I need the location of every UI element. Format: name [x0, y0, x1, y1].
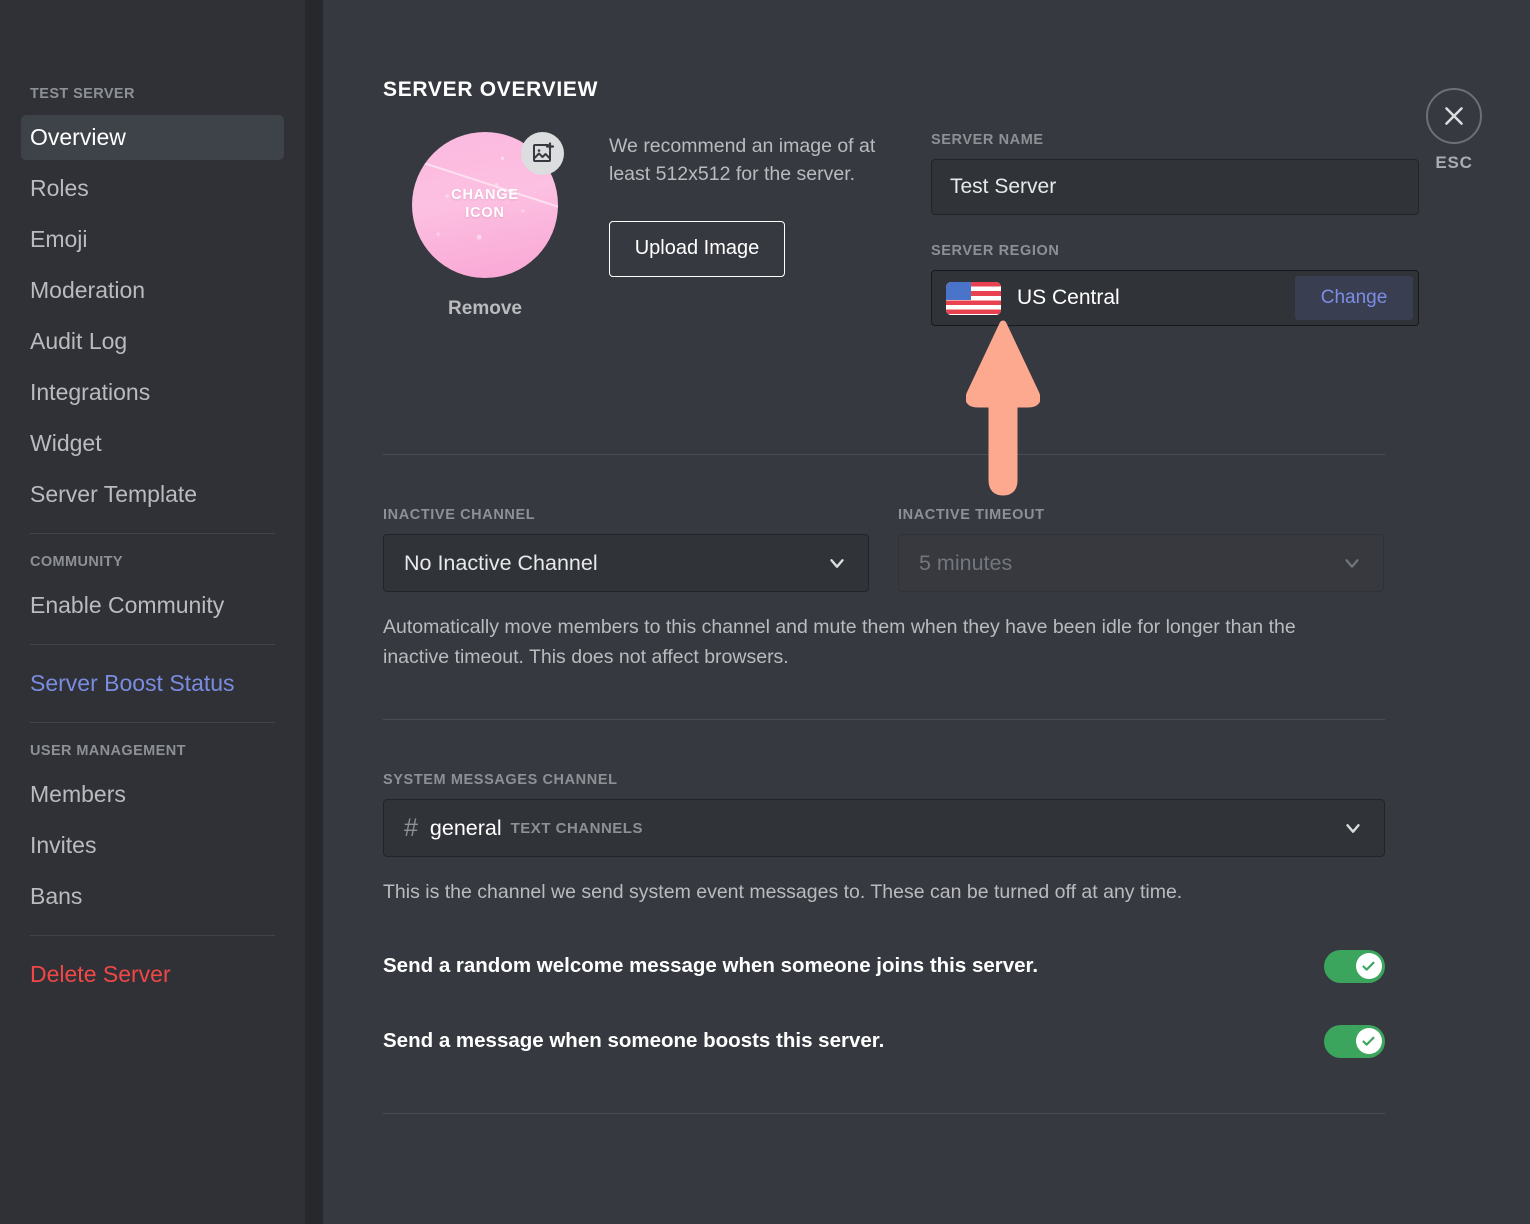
change-icon-overlay: CHANGE ICON — [451, 187, 519, 222]
sidebar-item-delete-server[interactable]: Delete Server — [21, 952, 284, 997]
sidebar-gutter — [305, 0, 323, 1224]
change-icon-line2: ICON — [451, 205, 519, 223]
boost-message-toggle[interactable] — [1324, 1025, 1385, 1058]
sidebar-item-roles[interactable]: Roles — [21, 166, 284, 211]
sidebar-item-label: Server Template — [30, 483, 197, 506]
check-icon — [1361, 1034, 1376, 1049]
toggle-knob — [1356, 1028, 1382, 1054]
server-region-label: SERVER REGION — [931, 243, 1419, 259]
toggle-label: Send a random welcome message when someo… — [383, 954, 1324, 978]
change-icon-line1: CHANGE — [451, 187, 519, 205]
server-name-label: SERVER NAME — [931, 132, 1419, 148]
toggle-row-welcome-message: Send a random welcome message when someo… — [383, 950, 1385, 983]
sidebar-item-label: Emoji — [30, 228, 88, 251]
esc-label: ESC — [1435, 153, 1472, 173]
page-title: SERVER OVERVIEW — [383, 78, 1530, 102]
inactive-timeout-group: INACTIVE TIMEOUT 5 minutes — [898, 507, 1384, 592]
inactive-settings-row: INACTIVE CHANNEL No Inactive Channel INA… — [383, 507, 1530, 592]
sidebar-divider — [30, 935, 275, 936]
sidebar-user-management-heading: USER MANAGEMENT — [21, 743, 284, 759]
upload-image-button[interactable]: Upload Image — [609, 221, 785, 277]
inactive-channel-select[interactable]: No Inactive Channel — [383, 534, 869, 592]
sidebar-item-server-boost-status[interactable]: Server Boost Status — [21, 661, 284, 706]
hash-icon: # — [404, 814, 418, 843]
sidebar-item-widget[interactable]: Widget — [21, 421, 284, 466]
system-messages-help-text: This is the channel we send system event… — [383, 877, 1358, 907]
server-form-column: SERVER NAME SERVER REGION US Central Cha… — [931, 132, 1419, 326]
sidebar-item-enable-community[interactable]: Enable Community — [21, 583, 284, 628]
inactive-help-text: Automatically move members to this chann… — [383, 612, 1358, 672]
server-region-row[interactable]: US Central Change — [931, 270, 1419, 326]
system-messages-label: SYSTEM MESSAGES CHANNEL — [383, 772, 1530, 788]
sidebar-item-invites[interactable]: Invites — [21, 823, 284, 868]
inactive-channel-label: INACTIVE CHANNEL — [383, 507, 869, 523]
remove-icon-button[interactable]: Remove — [448, 298, 522, 320]
sidebar-item-moderation[interactable]: Moderation — [21, 268, 284, 313]
sidebar-item-label: Delete Server — [30, 963, 171, 986]
server-identity-row: CHANGE ICON Remove — [383, 132, 1530, 326]
sidebar-item-label: Widget — [30, 432, 102, 455]
close-icon — [1426, 88, 1482, 144]
upload-column: We recommend an image of at least 512x51… — [609, 132, 899, 277]
inactive-timeout-label: INACTIVE TIMEOUT — [898, 507, 1384, 523]
system-messages-channel-name: general — [430, 816, 502, 841]
check-icon — [1361, 959, 1376, 974]
system-messages-channel-select[interactable]: # general TEXT CHANNELS — [383, 799, 1385, 857]
sidebar-item-integrations[interactable]: Integrations — [21, 370, 284, 415]
system-messages-channel-group: TEXT CHANNELS — [511, 820, 643, 837]
server-settings-window: TEST SERVER Overview Roles Emoji Moderat… — [0, 0, 1530, 1224]
chevron-down-icon — [1341, 552, 1363, 574]
sidebar-item-label: Roles — [30, 177, 89, 200]
sidebar-item-server-template[interactable]: Server Template — [21, 472, 284, 517]
sidebar-item-label: Moderation — [30, 279, 145, 302]
server-name-input[interactable] — [931, 159, 1419, 215]
settings-content: SERVER OVERVIEW CHANGE ICON — [323, 0, 1530, 1224]
sidebar-item-bans[interactable]: Bans — [21, 874, 284, 919]
settings-sidebar: TEST SERVER Overview Roles Emoji Moderat… — [0, 0, 305, 1224]
section-divider — [383, 454, 1385, 455]
section-divider — [383, 719, 1385, 720]
welcome-message-toggle[interactable] — [1324, 950, 1385, 983]
sidebar-item-audit-log[interactable]: Audit Log — [21, 319, 284, 364]
server-icon-wrapper: CHANGE ICON — [412, 132, 558, 278]
sidebar-item-label: Invites — [30, 834, 96, 857]
sidebar-item-label: Enable Community — [30, 594, 224, 617]
toggle-row-boost-message: Send a message when someone boosts this … — [383, 1025, 1385, 1058]
sidebar-divider — [30, 644, 275, 645]
sidebar-item-label: Overview — [30, 126, 126, 149]
sidebar-item-label: Server Boost Status — [30, 672, 235, 695]
image-recommendation-text: We recommend an image of at least 512x51… — [609, 132, 884, 189]
inactive-channel-value: No Inactive Channel — [404, 551, 826, 576]
chevron-down-icon — [826, 552, 848, 574]
close-settings-button[interactable]: ESC — [1424, 88, 1484, 173]
inactive-timeout-select[interactable]: 5 minutes — [898, 534, 1384, 592]
sidebar-item-members[interactable]: Members — [21, 772, 284, 817]
sidebar-divider — [30, 722, 275, 723]
sidebar-divider — [30, 533, 275, 534]
add-image-icon[interactable] — [521, 132, 564, 175]
server-icon-column: CHANGE ICON Remove — [395, 132, 575, 320]
sidebar-community-heading: COMMUNITY — [21, 554, 284, 570]
sidebar-item-label: Integrations — [30, 381, 150, 404]
change-region-button[interactable]: Change — [1295, 276, 1413, 320]
close-x-glyph — [1441, 103, 1467, 129]
us-flag-icon — [946, 282, 1001, 315]
chevron-down-icon — [1342, 817, 1364, 839]
sidebar-item-overview[interactable]: Overview — [21, 115, 284, 160]
toggle-label: Send a message when someone boosts this … — [383, 1029, 1324, 1053]
sidebar-item-emoji[interactable]: Emoji — [21, 217, 284, 262]
sidebar-server-heading: TEST SERVER — [21, 86, 284, 102]
toggle-knob — [1356, 953, 1382, 979]
sidebar-item-label: Members — [30, 783, 126, 806]
sidebar-item-label: Audit Log — [30, 330, 127, 353]
server-region-value: US Central — [1017, 286, 1295, 310]
add-image-glyph — [531, 142, 555, 166]
section-divider — [383, 1113, 1385, 1114]
up-arrow-annotation — [966, 320, 1040, 496]
sidebar-item-label: Bans — [30, 885, 82, 908]
system-messages-group: SYSTEM MESSAGES CHANNEL # general TEXT C… — [383, 772, 1530, 907]
inactive-timeout-value: 5 minutes — [919, 551, 1341, 576]
inactive-channel-group: INACTIVE CHANNEL No Inactive Channel — [383, 507, 869, 592]
